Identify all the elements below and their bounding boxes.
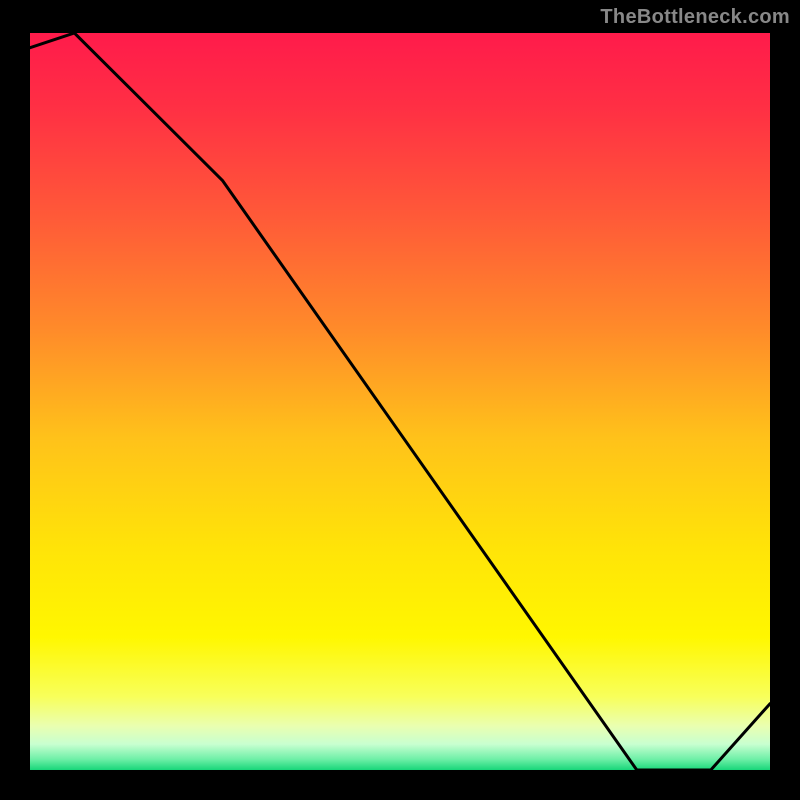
gradient-background [30, 33, 770, 770]
chart-frame: TheBottleneck.com [0, 0, 800, 800]
chart-svg [30, 33, 770, 770]
plot-area [30, 33, 770, 770]
attribution-text: TheBottleneck.com [600, 6, 790, 29]
